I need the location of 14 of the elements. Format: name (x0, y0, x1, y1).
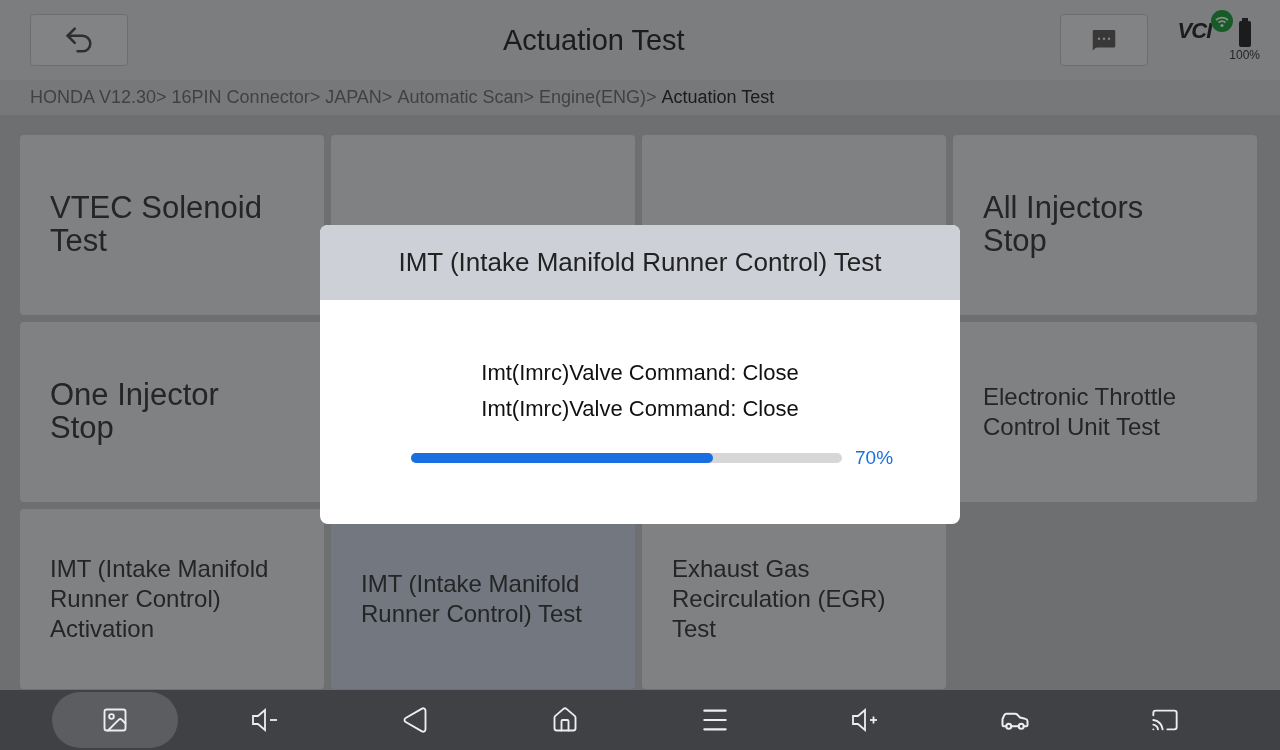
status-line: Imt(Imrc)Valve Command: Close (481, 395, 799, 423)
tile-label: IMT (Intake Manifold Runner Control) Test (361, 569, 583, 629)
progress-percentage: 70% (855, 447, 895, 469)
page-title: Actuation Test (502, 23, 686, 57)
tile-label: VTEC Solenoid Test (50, 192, 263, 258)
tile-label: Exhaust Gas Recirculation (EGR) Test (672, 554, 887, 644)
tile-label: One Injector Stop (50, 379, 220, 445)
tile-label: Electronic Throttle Control Unit Test (983, 382, 1177, 442)
tile-label: IMT (Intake Manifold Runner Control) Activation (50, 554, 270, 644)
vci-logo: VCI (1177, 18, 1212, 43)
dialog-title: IMT (Intake Manifold Runner Control) Test (320, 225, 960, 300)
battery-percentage: 100% (1229, 48, 1260, 62)
tile-label: All Injectors Stop (983, 192, 1145, 258)
status-line: Imt(Imrc)Valve Command: Close (481, 359, 799, 387)
